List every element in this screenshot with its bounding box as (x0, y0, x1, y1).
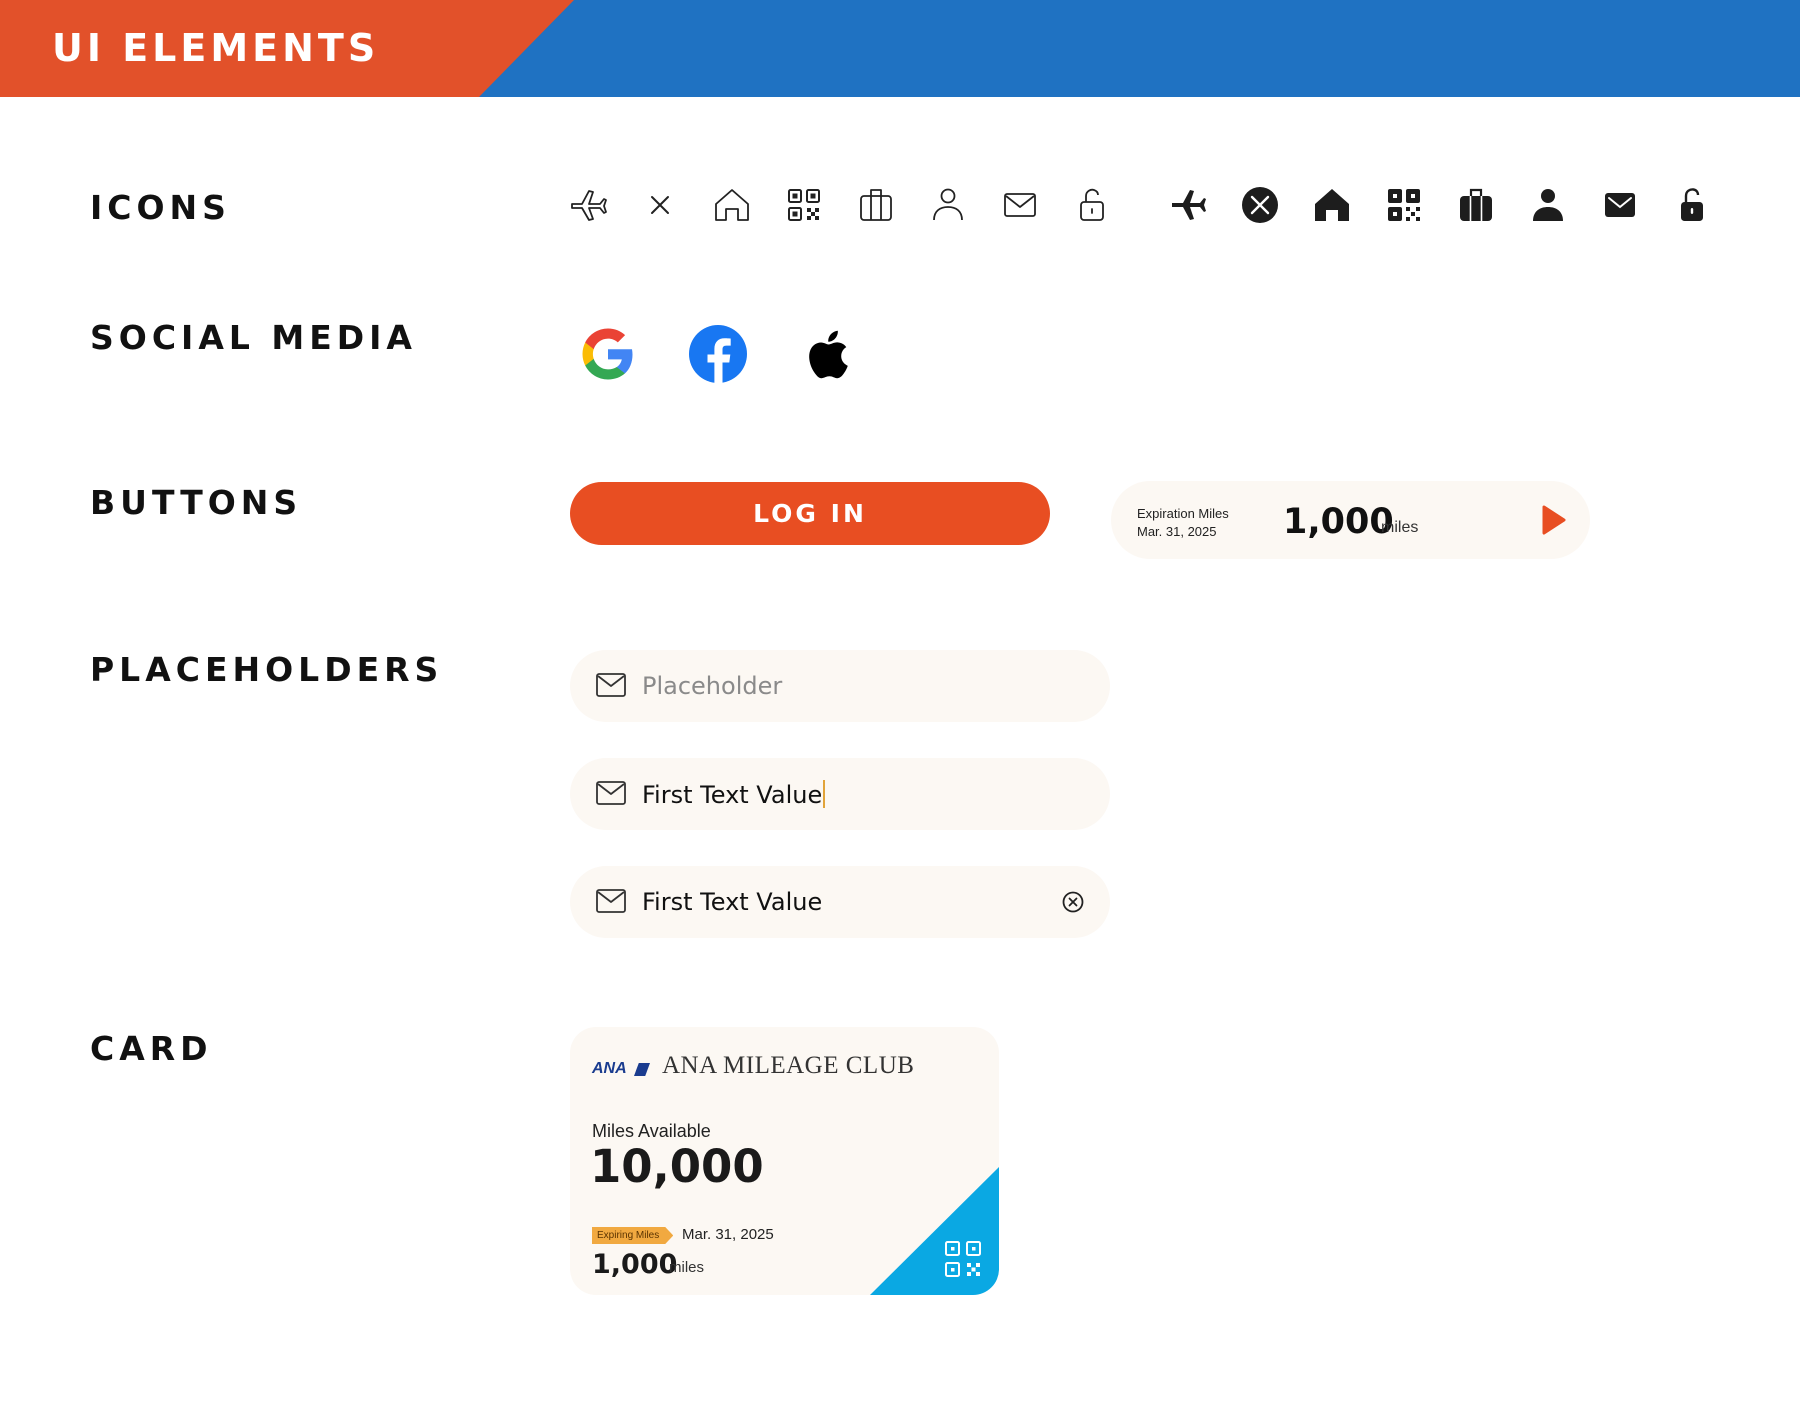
miles-available-value: 10,000 (590, 1140, 764, 1193)
expiration-unit: miles (1381, 519, 1419, 536)
luggage-filled-icon (1455, 184, 1497, 226)
section-label-placeholders: PLACEHOLDERS (90, 650, 444, 689)
ana-logo: ANA (592, 1060, 654, 1078)
expiring-date: Mar. 31, 2025 (682, 1226, 774, 1243)
email-field-value-wrap: First Text Value (642, 780, 826, 809)
header-banner: UI ELEMENTS (0, 0, 1800, 97)
expiration-label: Expiration Miles (1137, 506, 1229, 521)
airplane-icon (567, 184, 609, 226)
expiring-miles-tag: Expiring Miles (592, 1227, 673, 1244)
ana-logo-text: ANA (592, 1060, 627, 1077)
qr-code-icon (783, 184, 825, 226)
play-arrow-icon[interactable] (1539, 504, 1567, 536)
qr-code-filled-icon (1383, 184, 1425, 226)
expiring-unit: miles (669, 1259, 705, 1276)
expiration-date: Mar. 31, 2025 (1137, 524, 1217, 539)
user-filled-icon (1527, 184, 1569, 226)
expiring-value: 1,000 (592, 1249, 678, 1280)
airplane-filled-icon (1167, 184, 1209, 226)
user-icon (927, 184, 969, 226)
email-field-value: First Text Value (642, 888, 823, 916)
unlock-icon (1071, 184, 1113, 226)
unlock-filled-icon (1671, 184, 1713, 226)
ana-logo-mark (634, 1063, 650, 1076)
clear-input-icon[interactable] (1062, 891, 1084, 913)
google-icon[interactable] (576, 322, 640, 386)
apple-icon[interactable] (797, 322, 861, 386)
section-label-card: CARD (90, 1029, 213, 1068)
close-icon (639, 184, 681, 226)
email-field-focused[interactable]: First Text Value (570, 758, 1110, 830)
home-filled-icon (1311, 184, 1353, 226)
section-label-icons: ICONS (90, 188, 231, 227)
mail-icon (999, 184, 1041, 226)
facebook-icon[interactable] (686, 322, 750, 386)
expiration-miles-button[interactable]: Expiration Miles Mar. 31, 2025 1,000 mil… (1111, 481, 1590, 559)
page-title: UI ELEMENTS (52, 26, 380, 70)
email-field-value: First Text Value (642, 781, 823, 809)
section-label-social: SOCIAL MEDIA (90, 318, 417, 357)
expiration-value: 1,000 (1283, 502, 1394, 542)
qr-code-icon[interactable] (944, 1240, 982, 1278)
text-caret (823, 780, 826, 808)
mileage-card[interactable]: ANA ANA MILEAGE CLUB Miles Available 10,… (570, 1027, 999, 1295)
close-circle-filled-icon (1239, 184, 1281, 226)
mail-icon (596, 672, 626, 698)
mail-icon (596, 780, 626, 806)
mail-icon (596, 888, 626, 914)
miles-available-label: Miles Available (592, 1121, 711, 1141)
luggage-icon (855, 184, 897, 226)
section-label-buttons: BUTTONS (90, 483, 303, 522)
email-field-placeholder: Placeholder (642, 672, 783, 700)
login-button[interactable]: LOG IN (570, 482, 1050, 545)
email-field-filled[interactable]: First Text Value (570, 866, 1110, 938)
mail-filled-icon (1599, 184, 1641, 226)
email-field-empty[interactable]: Placeholder (570, 650, 1110, 722)
home-icon (711, 184, 753, 226)
club-name: ANA MILEAGE CLUB (662, 1052, 915, 1079)
